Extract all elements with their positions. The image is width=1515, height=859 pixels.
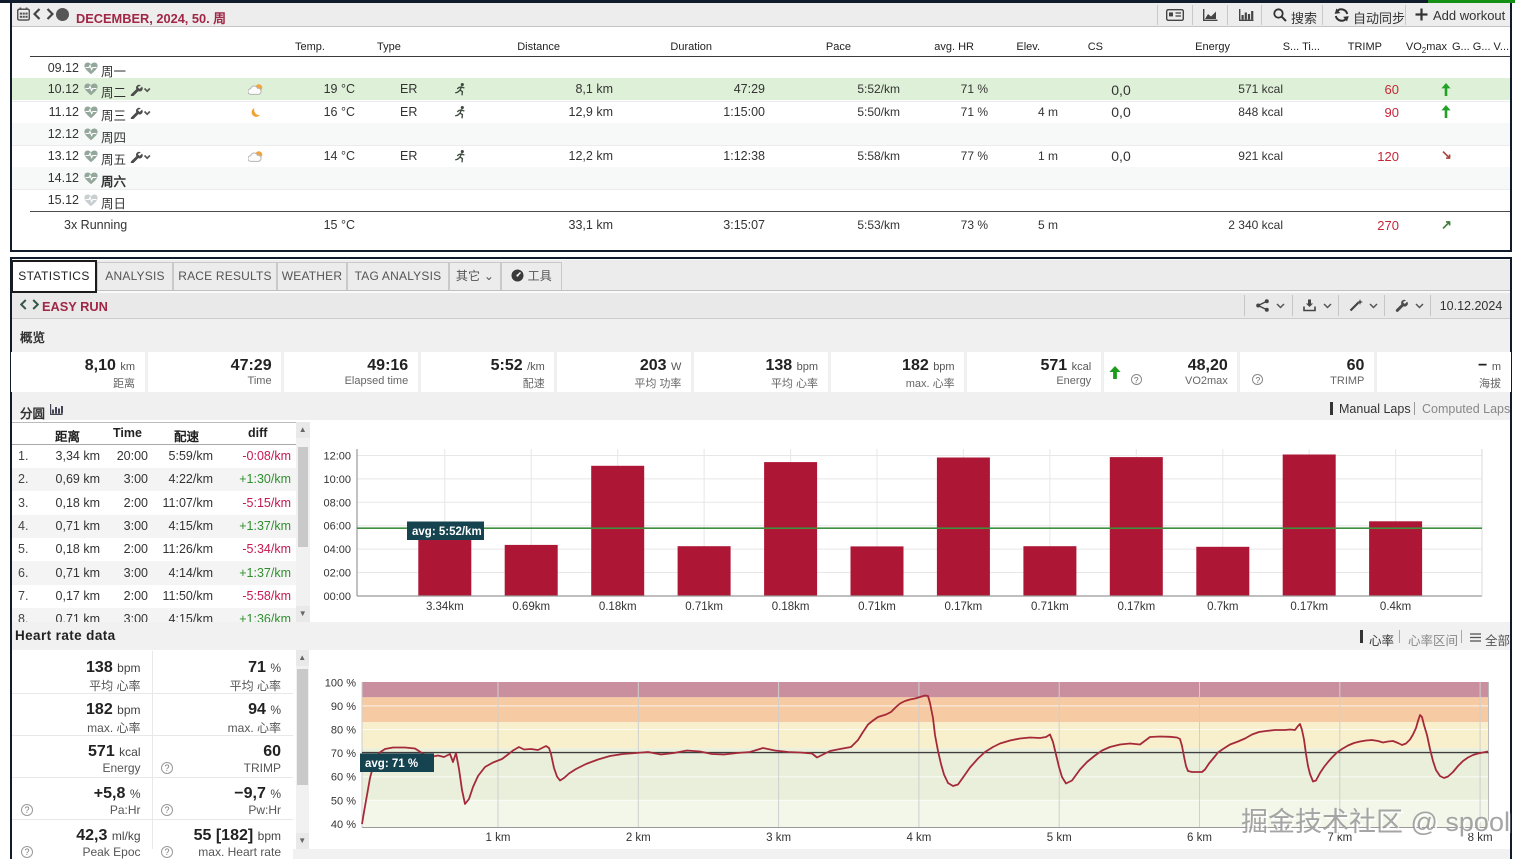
svg-text:avg: 5:52/km: avg: 5:52/km (412, 526, 482, 538)
svg-text:0.18km: 0.18km (772, 601, 810, 613)
svg-text:0.18km: 0.18km (599, 601, 637, 613)
svg-text:0.17km: 0.17km (945, 601, 983, 613)
svg-text:100 %: 100 % (325, 677, 356, 689)
svg-text:1 km: 1 km (486, 832, 511, 844)
svg-text:60 %: 60 % (331, 772, 356, 784)
svg-text:3.34km: 3.34km (426, 601, 464, 613)
svg-text:50 %: 50 % (331, 795, 356, 807)
svg-text:0.7km: 0.7km (1207, 601, 1238, 613)
svg-text:0.71km: 0.71km (1031, 601, 1069, 613)
svg-text:0.71km: 0.71km (858, 601, 896, 613)
svg-text:5 km: 5 km (1047, 832, 1072, 844)
svg-text:40 %: 40 % (331, 819, 356, 831)
svg-text:2 km: 2 km (626, 832, 651, 844)
svg-text:00:00: 00:00 (323, 591, 351, 603)
svg-text:avg: 71 %: avg: 71 % (365, 758, 418, 770)
svg-text:10:00: 10:00 (323, 474, 351, 486)
svg-text:0.4km: 0.4km (1380, 601, 1411, 613)
svg-text:4 km: 4 km (906, 832, 931, 844)
svg-text:70 %: 70 % (331, 748, 356, 760)
svg-text:0.71km: 0.71km (685, 601, 723, 613)
svg-text:3 km: 3 km (766, 832, 791, 844)
svg-text:02:00: 02:00 (323, 568, 351, 580)
svg-text:06:00: 06:00 (323, 521, 351, 533)
svg-text:0.17km: 0.17km (1117, 601, 1155, 613)
svg-text:12:00: 12:00 (323, 451, 351, 463)
svg-text:6 km: 6 km (1187, 832, 1212, 844)
svg-text:掘金技术社区 @ spool: 掘金技术社区 @ spool (1241, 807, 1510, 837)
svg-text:90 %: 90 % (331, 701, 356, 713)
svg-text:0.17km: 0.17km (1290, 601, 1328, 613)
svg-text:80 %: 80 % (331, 725, 356, 737)
svg-text:04:00: 04:00 (323, 544, 351, 556)
svg-text:0.69km: 0.69km (512, 601, 550, 613)
svg-text:08:00: 08:00 (323, 497, 351, 509)
